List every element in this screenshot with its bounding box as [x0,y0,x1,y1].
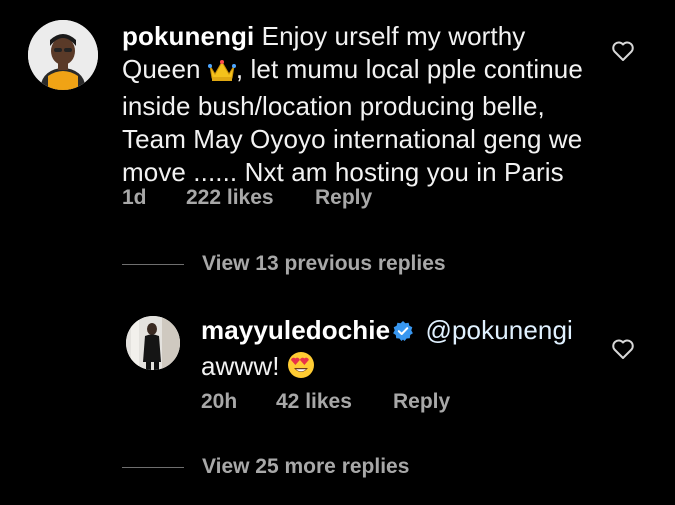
like-heart-icon[interactable] [611,40,635,67]
comment-text-line: Team May Oyoyo international geng we [122,124,583,154]
comment-text-line: move ...... Nxt am hosting you in Paris [122,157,564,187]
view-previous-replies-label: View 13 previous replies [202,252,446,275]
comment-text-line: Queen [122,54,201,84]
avatar-image [126,316,180,370]
reply-button[interactable]: Reply [315,186,372,210]
mention-link[interactable]: @pokunengi [425,315,572,345]
view-previous-replies-button[interactable]: View 13 previous replies [122,252,446,276]
reply-button[interactable]: Reply [393,390,450,414]
reply-item: mayyuledochie @pokunengi awww! 20h 42 li… [0,300,675,425]
divider-line [122,466,184,468]
avatar-mayyuledochie[interactable] [126,316,180,370]
heart-eyes-emoji-icon [287,351,315,387]
crown-emoji-icon [207,57,236,90]
view-more-replies-button[interactable]: View 25 more replies [122,455,409,479]
comment-time[interactable]: 1d [122,186,186,210]
comment-text-line: Enjoy urself my worthy [261,21,526,51]
reply-text: awww! [201,351,280,381]
avatar-pokunengi[interactable] [28,20,98,90]
reply-meta: 20h 42 likes Reply [201,390,450,414]
comment-item: pokunengi Enjoy urself my worthy Queen ,… [0,0,675,230]
comment-username[interactable]: pokunengi [122,21,254,51]
comment-meta: 1d 222 likes Reply [122,186,372,210]
comment-text-line: inside bush/location producing belle, [122,91,545,121]
comment-likes[interactable]: 222 likes [186,186,315,210]
view-more-replies-label: View 25 more replies [202,455,410,478]
verified-badge-icon [392,317,414,350]
avatar-image [28,20,98,90]
comment-body: pokunengi Enjoy urself my worthy Queen ,… [122,20,602,189]
reply-body: mayyuledochie @pokunengi awww! [201,314,601,387]
like-heart-icon[interactable] [611,338,635,365]
divider-line [122,263,184,265]
reply-likes[interactable]: 42 likes [276,390,393,414]
reply-username[interactable]: mayyuledochie [201,315,390,345]
reply-time[interactable]: 20h [201,390,276,414]
comment-text-line: , let mumu local pple continue [235,54,583,84]
